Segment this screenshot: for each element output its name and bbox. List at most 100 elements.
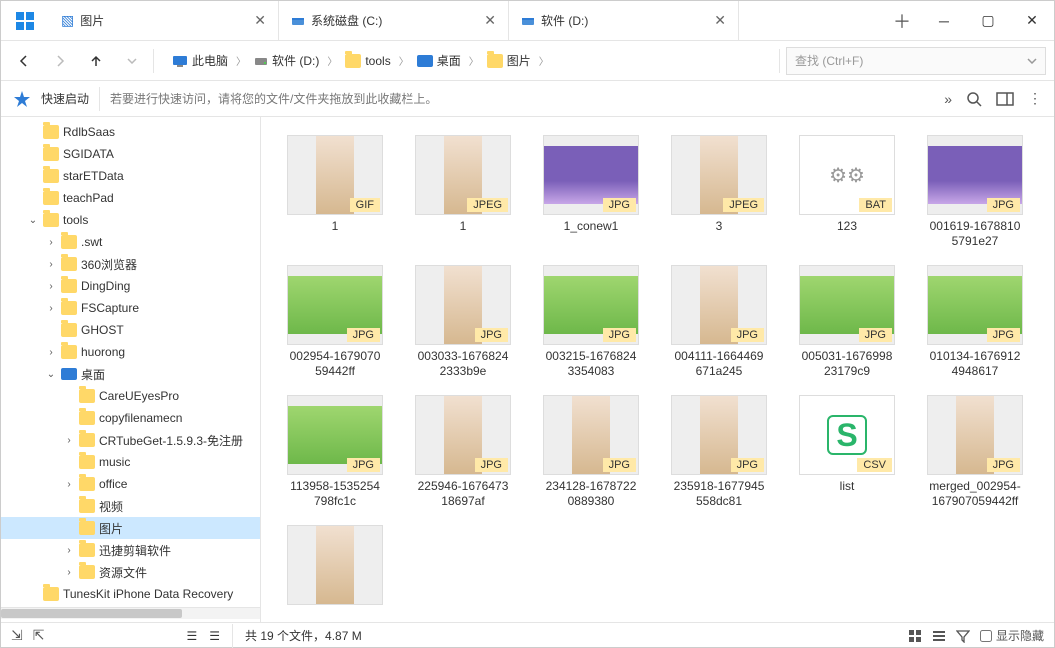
file-type-badge: JPG bbox=[731, 328, 764, 342]
tree-item[interactable]: SGIDATA bbox=[1, 143, 260, 165]
file-item[interactable]: JPEG 3 bbox=[655, 135, 783, 249]
tab-2[interactable]: 软件 (D:)✕ bbox=[509, 1, 739, 40]
tree-item[interactable]: 视频 bbox=[1, 495, 260, 517]
file-item[interactable]: BAT123 bbox=[783, 135, 911, 249]
tree-item[interactable]: music bbox=[1, 451, 260, 473]
tree-item[interactable]: ›360浏览器 bbox=[1, 253, 260, 275]
tree-item[interactable]: ›.swt bbox=[1, 231, 260, 253]
tree-hscrollbar[interactable] bbox=[1, 607, 260, 619]
file-item[interactable]: JPG113958-1535254798fc1c bbox=[271, 395, 399, 509]
up-button[interactable] bbox=[81, 46, 111, 76]
file-item[interactable]: JPG234128-16787220889380 bbox=[527, 395, 655, 509]
file-name: 235918-1677945558dc81 bbox=[674, 479, 765, 509]
search-dropdown-icon[interactable] bbox=[1027, 58, 1037, 64]
more-icon[interactable]: ⋮ bbox=[1028, 90, 1042, 107]
expand-icon[interactable]: › bbox=[45, 347, 57, 358]
file-item[interactable] bbox=[271, 525, 399, 609]
close-button[interactable]: ✕ bbox=[1010, 1, 1054, 40]
chevron-right-icon: 〉 bbox=[327, 53, 337, 68]
tab-0[interactable]: ▧图片✕ bbox=[49, 1, 279, 40]
tab-close[interactable]: ✕ bbox=[254, 12, 266, 29]
tree-item[interactable]: ›CRTubeGet-1.5.9.3-免注册 bbox=[1, 429, 260, 451]
file-thumbnail: JPEG bbox=[671, 135, 767, 215]
preview-pane-icon[interactable] bbox=[996, 92, 1014, 106]
overflow-icon[interactable]: » bbox=[944, 91, 952, 107]
file-name: 3 bbox=[716, 219, 723, 234]
view-list-icon[interactable] bbox=[932, 629, 946, 643]
view-large-icons[interactable] bbox=[908, 629, 922, 643]
folder-icon bbox=[79, 477, 95, 491]
folder-icon bbox=[61, 323, 77, 337]
file-item[interactable]: JPG005031-167699823179c9 bbox=[783, 265, 911, 379]
expand-icon[interactable]: › bbox=[45, 237, 57, 248]
expand-icon[interactable]: ⌄ bbox=[27, 215, 39, 226]
file-grid[interactable]: GIF1JPEG1JPG1_conew1JPEG 3 BAT123JPG001619… bbox=[261, 117, 1054, 622]
tree-item[interactable]: RdlbSaas bbox=[1, 121, 260, 143]
breadcrumb-item[interactable]: 软件 (D:) bbox=[250, 50, 323, 71]
file-item[interactable]: JPG235918-1677945558dc81 bbox=[655, 395, 783, 509]
expand-icon[interactable]: ⌄ bbox=[45, 369, 57, 380]
back-button[interactable] bbox=[9, 46, 39, 76]
breadcrumb-item[interactable]: 此电脑 bbox=[168, 50, 232, 71]
file-item[interactable]: JPEG1 bbox=[399, 135, 527, 249]
tree-item[interactable]: GHOST bbox=[1, 319, 260, 341]
file-item[interactable]: JPGmerged_002954-167907059442ff bbox=[911, 395, 1039, 509]
start-button[interactable] bbox=[1, 1, 49, 40]
tree-item[interactable]: ›FSCapture bbox=[1, 297, 260, 319]
file-item[interactable]: JPG225946-167647318697af bbox=[399, 395, 527, 509]
breadcrumb-item[interactable]: 图片 bbox=[483, 50, 535, 71]
tree-item[interactable]: ›office bbox=[1, 473, 260, 495]
new-tab-button[interactable]: ＋ bbox=[882, 1, 922, 40]
tree-item[interactable]: starETData bbox=[1, 165, 260, 187]
file-item[interactable]: CSVlist bbox=[783, 395, 911, 509]
collapse-icon[interactable]: ⇲ bbox=[11, 627, 23, 644]
expand-icon[interactable]: › bbox=[63, 435, 75, 446]
expand-icon[interactable]: › bbox=[45, 303, 57, 314]
tree-item[interactable]: copyfilenamecn bbox=[1, 407, 260, 429]
minimize-button[interactable]: ─ bbox=[922, 1, 966, 40]
tab-close[interactable]: ✕ bbox=[484, 12, 496, 29]
tree-item[interactable]: CareUEyesPro bbox=[1, 385, 260, 407]
expand-icon[interactable]: › bbox=[63, 479, 75, 490]
tree-item[interactable]: ⌄tools bbox=[1, 209, 260, 231]
expand-icon[interactable]: › bbox=[45, 281, 57, 292]
breadcrumb-item[interactable]: 桌面 bbox=[413, 50, 465, 71]
search-icon[interactable] bbox=[966, 91, 982, 107]
file-item[interactable]: GIF1 bbox=[271, 135, 399, 249]
indent-less-icon[interactable]: ☰ bbox=[186, 629, 197, 643]
file-item[interactable]: JPG003215-16768243354083 bbox=[527, 265, 655, 379]
expand-icon[interactable]: › bbox=[45, 259, 57, 270]
maximize-button[interactable]: ▢ bbox=[966, 1, 1010, 40]
tree-item[interactable]: ⌄桌面 bbox=[1, 363, 260, 385]
tree-item[interactable]: ›huorong bbox=[1, 341, 260, 363]
file-item[interactable]: JPG004111-1664469671a245 bbox=[655, 265, 783, 379]
file-item[interactable]: JPG001619-16788105791e27 bbox=[911, 135, 1039, 249]
tree-item[interactable]: ›DingDing bbox=[1, 275, 260, 297]
expand-icon[interactable]: › bbox=[63, 545, 75, 556]
file-item[interactable]: JPG002954-167907059442ff bbox=[271, 265, 399, 379]
show-hidden-toggle[interactable]: 显示隐藏 bbox=[980, 627, 1044, 644]
tree-item[interactable]: ›资源文件 bbox=[1, 561, 260, 583]
forward-button[interactable] bbox=[45, 46, 75, 76]
history-dropdown[interactable] bbox=[117, 46, 147, 76]
file-item[interactable]: JPG010134-16769124948617 bbox=[911, 265, 1039, 379]
file-item[interactable]: JPG1_conew1 bbox=[527, 135, 655, 249]
expand-icon[interactable]: › bbox=[63, 567, 75, 578]
search-input[interactable]: 查找 (Ctrl+F) bbox=[786, 47, 1046, 75]
folder-icon bbox=[79, 455, 95, 469]
folder-tree[interactable]: RdlbSaasSGIDATAstarETDatateachPad⌄tools›… bbox=[1, 117, 261, 622]
breadcrumb-item[interactable]: tools bbox=[341, 52, 394, 70]
tree-item[interactable]: ›迅捷剪辑软件 bbox=[1, 539, 260, 561]
indent-more-icon[interactable]: ☰ bbox=[209, 629, 220, 643]
tab-close[interactable]: ✕ bbox=[714, 12, 726, 29]
tree-item[interactable]: 图片 bbox=[1, 517, 260, 539]
file-item[interactable]: JPG003033-16768242333b9e bbox=[399, 265, 527, 379]
tree-item[interactable]: TunesKit iPhone Data Recovery bbox=[1, 583, 260, 605]
folder-icon bbox=[79, 411, 95, 425]
tab-1[interactable]: 系统磁盘 (C:)✕ bbox=[279, 1, 509, 40]
breadcrumb[interactable]: 此电脑〉软件 (D:)〉tools〉桌面〉图片〉 bbox=[160, 50, 773, 71]
folder-icon bbox=[79, 389, 95, 403]
expand-icon[interactable]: ⇱ bbox=[33, 627, 45, 644]
tree-item[interactable]: teachPad bbox=[1, 187, 260, 209]
filter-icon[interactable] bbox=[956, 629, 970, 643]
